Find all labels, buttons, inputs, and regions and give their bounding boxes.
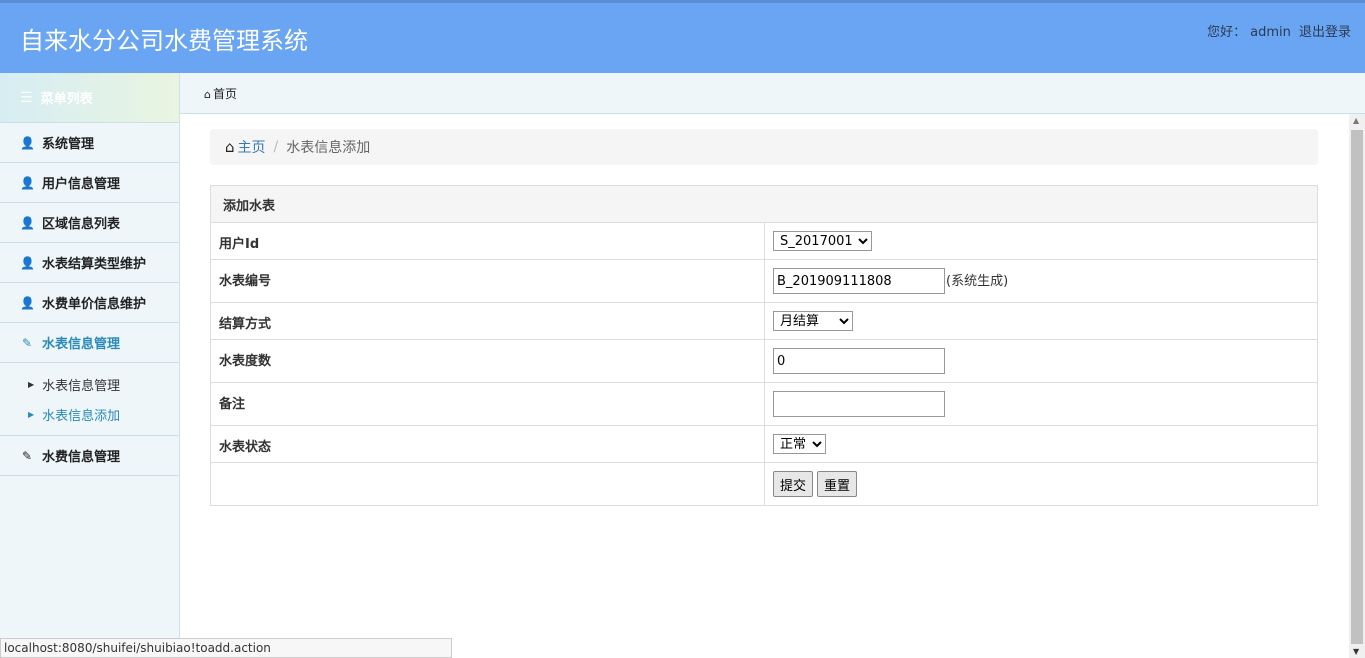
meter-no-input[interactable]: [773, 268, 945, 294]
breadcrumb: ⌂ 主页 / 水表信息添加: [210, 129, 1318, 165]
status-bar-url: localhost:8080/shuifei/shuibiao!toadd.ac…: [0, 638, 452, 658]
sidebar-item-regions[interactable]: 👤 区域信息列表: [0, 203, 179, 243]
meter-no-label: 水表编号: [210, 259, 765, 303]
username: admin: [1250, 25, 1291, 40]
edit-icon: ✎: [21, 335, 33, 350]
user-icon: 👤: [20, 135, 35, 150]
user-icon: 👤: [20, 295, 35, 310]
status-select[interactable]: 正常: [773, 434, 826, 454]
subitem-meter-manage[interactable]: ▶ 水表信息管理: [0, 369, 179, 399]
main-content: ⌂主页 / 水表信息添加 添加水表 用户Id S_2017001 水表编号 (系…: [180, 114, 1349, 658]
tab-bar: ⌂ 首页: [180, 73, 1365, 114]
home-icon: ⌂: [204, 88, 211, 101]
breadcrumb-home-label: 主页: [237, 140, 266, 156]
reading-label: 水表度数: [210, 339, 765, 383]
form-row-user-id: 用户Id S_2017001: [210, 222, 1318, 260]
sidebar-item-label: 水费单价信息维护: [42, 297, 147, 312]
subitem-label: 水表信息添加: [42, 408, 121, 424]
user-icon: 👤: [20, 215, 35, 230]
sidebar-item-system[interactable]: 👤 系统管理: [0, 123, 179, 163]
caret-right-icon: ▶: [28, 409, 35, 419]
remark-label: 备注: [210, 382, 765, 426]
form-header-row: 添加水表: [210, 185, 1318, 223]
sidebar-item-label: 系统管理: [42, 137, 95, 152]
sidebar-item-meters[interactable]: ✎ 水表信息管理: [0, 323, 179, 363]
sidebar-item-label: 水表结算类型维护: [42, 257, 147, 272]
home-icon: ⌂: [225, 138, 235, 156]
user-id-select[interactable]: S_2017001: [773, 231, 872, 251]
form-row-status: 水表状态 正常: [210, 425, 1318, 463]
scroll-up-icon[interactable]: ▲: [1353, 116, 1359, 125]
logout-link[interactable]: 退出登录: [1299, 25, 1351, 40]
sidebar-item-settle-types[interactable]: 👤 水表结算类型维护: [0, 243, 179, 283]
status-label: 水表状态: [210, 425, 765, 463]
form-row-actions: 提交 重置: [210, 462, 1318, 506]
breadcrumb-home-link[interactable]: ⌂ 主页: [225, 137, 266, 157]
sidebar: ☰ 菜单列表 👤 系统管理 👤 用户信息管理 👤 区域信息列表 👤 水表结算类型…: [0, 73, 180, 658]
settle-label: 结算方式: [210, 302, 765, 340]
form-row-meter-no: 水表编号 (系统生成): [210, 259, 1318, 303]
sidebar-item-label: 区域信息列表: [42, 217, 121, 232]
settle-select[interactable]: 月结算: [773, 311, 853, 331]
breadcrumb-separator: /: [273, 139, 279, 155]
menu-header[interactable]: ☰ 菜单列表: [0, 73, 179, 123]
sidebar-item-fees[interactable]: ✎ 水费信息管理: [0, 436, 179, 476]
scrollbar-thumb[interactable]: [1351, 130, 1363, 644]
sidebar-item-users[interactable]: 👤 用户信息管理: [0, 163, 179, 203]
reading-input[interactable]: [773, 348, 945, 374]
greeting-text: 您好：: [1207, 25, 1247, 40]
menu-title: 菜单列表: [40, 92, 93, 107]
form-row-settle: 结算方式 月结算: [210, 302, 1318, 340]
vertical-scrollbar[interactable]: ▲ ▼: [1349, 114, 1365, 658]
caret-right-icon: ▶: [28, 379, 35, 389]
submit-button[interactable]: 提交: [773, 471, 814, 497]
user-icon: 👤: [20, 175, 35, 190]
sidebar-item-label: 水表信息管理: [42, 337, 121, 352]
edit-icon: ✎: [21, 448, 33, 463]
sidebar-item-label: 用户信息管理: [42, 177, 121, 192]
tab-home[interactable]: ⌂ 首页: [204, 85, 237, 102]
form-title: 添加水表: [210, 185, 1318, 223]
user-id-label: 用户Id: [210, 222, 765, 260]
user-icon: 👤: [20, 255, 35, 270]
breadcrumb-current: 水表信息添加: [286, 140, 371, 156]
tab-label: 首页: [212, 87, 237, 101]
reset-button[interactable]: 重置: [817, 471, 858, 497]
app-header: 自来水分公司水费管理系统 您好： admin 退出登录: [0, 0, 1365, 73]
subitem-meter-add[interactable]: ▶ 水表信息添加: [0, 399, 179, 429]
sidebar-item-label: 水费信息管理: [42, 450, 121, 465]
subitem-label: 水表信息管理: [42, 378, 121, 394]
scroll-down-icon[interactable]: ▼: [1353, 647, 1359, 656]
meter-add-form: 添加水表 用户Id S_2017001 水表编号 (系统生成) 结算方式 月结算: [210, 185, 1318, 506]
user-area: 您好： admin 退出登录: [1203, 21, 1351, 40]
sidebar-item-prices[interactable]: 👤 水费单价信息维护: [0, 283, 179, 323]
form-row-reading: 水表度数: [210, 339, 1318, 383]
sidebar-submenu: ▶ 水表信息管理 ▶ 水表信息添加: [0, 363, 179, 436]
form-row-remark: 备注: [210, 382, 1318, 426]
app-title: 自来水分公司水费管理系统: [20, 27, 308, 55]
list-icon: ☰: [20, 89, 33, 106]
meter-no-hint: (系统生成): [946, 273, 1009, 289]
remark-input[interactable]: [773, 391, 945, 417]
